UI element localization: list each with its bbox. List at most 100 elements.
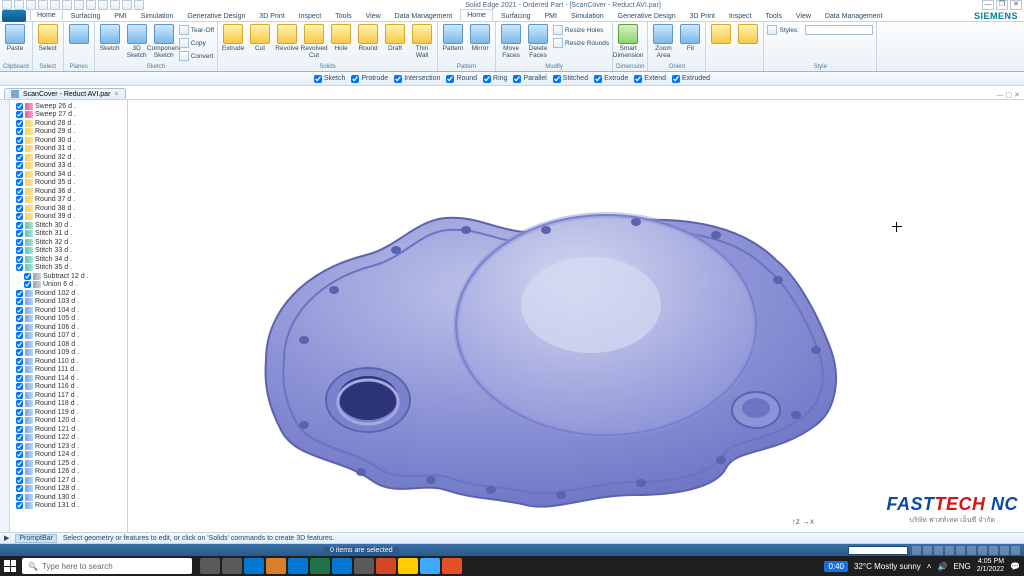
taskbar-app[interactable] (244, 558, 264, 574)
tree-item-checkbox[interactable] (16, 349, 23, 356)
tree-item-checkbox[interactable] (16, 222, 23, 229)
tree-item-checkbox[interactable] (16, 128, 23, 135)
view-axis-triad[interactable]: ↑z →x (792, 517, 814, 526)
tree-item-checkbox[interactable] (16, 145, 23, 152)
ribbon-tab[interactable]: PMI (108, 11, 132, 21)
docking-gutter[interactable] (0, 100, 10, 532)
feature-tree[interactable]: Sweep 26 d . Sweep 27 d . Round 28 d . R… (10, 100, 128, 532)
ribbon-button[interactable] (736, 24, 760, 45)
qat-btn[interactable] (62, 0, 72, 10)
tree-item[interactable]: Round 114 d . (10, 374, 127, 383)
ribbon-tab[interactable]: Inspect (293, 11, 328, 21)
tree-item-checkbox[interactable] (16, 264, 23, 271)
filter-checkbox[interactable] (446, 75, 454, 83)
tree-item-checkbox[interactable] (16, 213, 23, 220)
filter-option[interactable]: Intersection (394, 75, 440, 83)
status-icon[interactable] (989, 546, 998, 555)
tree-item[interactable]: Round 125 d . (10, 459, 127, 468)
ribbon-button[interactable]: Draft (383, 24, 407, 59)
ribbon-tab[interactable]: View (360, 11, 387, 21)
ribbon-button[interactable] (67, 24, 91, 45)
taskbar-app[interactable] (420, 558, 440, 574)
taskbar-app[interactable] (310, 558, 330, 574)
tree-item[interactable]: Round 38 d . (10, 204, 127, 213)
tree-item-checkbox[interactable] (16, 485, 23, 492)
taskbar-app[interactable] (442, 558, 462, 574)
ribbon-button[interactable]: Fit (678, 24, 702, 59)
model-canvas[interactable] (128, 100, 1024, 532)
tree-item[interactable]: Round 123 d . (10, 442, 127, 451)
tree-item-checkbox[interactable] (16, 111, 23, 118)
tree-item-checkbox[interactable] (16, 256, 23, 263)
tree-item[interactable]: Round 32 d . (10, 153, 127, 162)
tree-item[interactable]: Round 29 d . (10, 128, 127, 137)
qat-btn[interactable] (74, 0, 84, 10)
ribbon-button[interactable]: Zoom Area (651, 24, 675, 59)
ribbon-button[interactable]: Sketch (98, 24, 122, 62)
tree-item-checkbox[interactable] (16, 468, 23, 475)
qat-btn[interactable] (2, 0, 12, 10)
ribbon-button[interactable]: Delete Faces (526, 24, 550, 59)
tree-item-checkbox[interactable] (16, 179, 23, 186)
tree-item-checkbox[interactable] (16, 494, 23, 501)
document-tab-close[interactable]: × (114, 91, 118, 98)
filter-option[interactable]: Round (446, 75, 477, 83)
qat-btn[interactable] (14, 0, 24, 10)
qat-btn[interactable] (110, 0, 120, 10)
ribbon-small-button[interactable]: Convert (179, 50, 214, 62)
tree-item-checkbox[interactable] (16, 205, 23, 212)
tree-item[interactable]: Round 116 d . (10, 383, 127, 392)
ribbon-tab[interactable]: PMI (539, 11, 563, 21)
viewport[interactable]: ↑z →x FASTTECH NC บริษัท ฟาสท์เทค เอ็นซี… (128, 100, 1024, 532)
minimize-button[interactable]: — (982, 0, 994, 10)
status-icon[interactable] (912, 546, 921, 555)
tree-item-checkbox[interactable] (16, 358, 23, 365)
tray-network-icon[interactable]: 🔊 (937, 562, 947, 571)
taskbar-app[interactable] (376, 558, 396, 574)
taskbar-app[interactable] (222, 558, 242, 574)
ribbon-button[interactable]: Pattern (441, 24, 465, 52)
ribbon-tab[interactable]: Home (460, 9, 493, 21)
status-icon[interactable] (967, 546, 976, 555)
application-button[interactable] (2, 10, 26, 22)
ribbon-tab[interactable]: Inspect (723, 11, 758, 21)
tree-item[interactable]: Round 108 d . (10, 340, 127, 349)
tree-item[interactable]: Round 34 d . (10, 170, 127, 179)
tree-item[interactable]: Round 106 d . (10, 323, 127, 332)
ribbon-tab[interactable]: Generative Design (181, 11, 251, 21)
ribbon-tab[interactable]: Data Management (389, 11, 459, 21)
ribbon-button[interactable]: Mirror (468, 24, 492, 52)
ribbon-tab[interactable]: Simulation (135, 11, 180, 21)
filter-checkbox[interactable] (483, 75, 491, 83)
tree-item[interactable]: Round 130 d . (10, 493, 127, 502)
tree-item[interactable]: Round 104 d . (10, 306, 127, 315)
tree-item-checkbox[interactable] (16, 426, 23, 433)
ribbon-button[interactable]: Hole (329, 24, 353, 59)
tree-item-checkbox[interactable] (16, 434, 23, 441)
tree-item[interactable]: Round 119 d . (10, 408, 127, 417)
ribbon-small-button[interactable]: Copy (179, 37, 214, 49)
filter-checkbox[interactable] (594, 75, 602, 83)
tree-item[interactable]: Round 33 d . (10, 162, 127, 171)
ribbon-tab[interactable]: Surfacing (495, 11, 537, 21)
taskbar-app[interactable] (266, 558, 286, 574)
ribbon-tab[interactable]: 3D Print (684, 11, 721, 21)
filter-option[interactable]: Sketch (314, 75, 345, 83)
tree-item-checkbox[interactable] (16, 315, 23, 322)
tree-item-checkbox[interactable] (16, 188, 23, 195)
filter-option[interactable]: Stitched (553, 75, 588, 83)
tree-item-checkbox[interactable] (16, 137, 23, 144)
tree-item-checkbox[interactable] (24, 281, 31, 288)
filter-option[interactable]: Parallel (513, 75, 546, 83)
close-button[interactable]: ✕ (1010, 0, 1022, 10)
tree-item[interactable]: Round 103 d . (10, 298, 127, 307)
tree-item[interactable]: Round 126 d . (10, 468, 127, 477)
tree-item[interactable]: Round 31 d . (10, 145, 127, 154)
ribbon-tab[interactable]: View (790, 11, 817, 21)
qat-btn[interactable] (86, 0, 96, 10)
tree-item[interactable]: Round 105 d . (10, 315, 127, 324)
recording-badge[interactable]: 0:40 (824, 561, 848, 572)
start-button[interactable] (0, 556, 20, 576)
filter-checkbox[interactable] (553, 75, 561, 83)
tree-item-checkbox[interactable] (16, 171, 23, 178)
